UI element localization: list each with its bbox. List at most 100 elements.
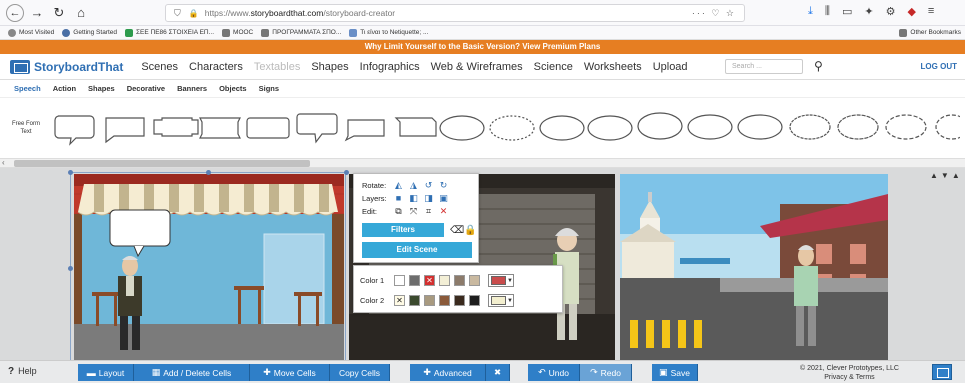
eraser-icon[interactable]: ⌫	[450, 225, 464, 236]
nav-infographics[interactable]: Infographics	[360, 61, 420, 73]
move-cells-button[interactable]: ✚ Move Cells	[250, 364, 330, 381]
free-form-text-label[interactable]: Free Form Text	[10, 120, 42, 136]
tab-banners[interactable]: Banners	[177, 84, 207, 93]
tab-objects[interactable]: Objects	[219, 84, 247, 93]
promo-banner[interactable]: Why Limit Yourself to the Basic Version?…	[0, 40, 965, 54]
search-icon[interactable]: ⚲	[814, 59, 823, 73]
save-button[interactable]: ▣ Save	[652, 364, 698, 381]
layout-button[interactable]: ▬ Layout	[78, 364, 134, 381]
bookmark-most-visited[interactable]: Most Visited	[8, 28, 54, 37]
crop-icon[interactable]: ⌗	[424, 207, 433, 216]
storyboard-cell-3[interactable]	[620, 174, 888, 360]
flip-horizontal-icon[interactable]: ◮	[409, 181, 418, 190]
color-swatch[interactable]	[439, 275, 450, 286]
bookmark-programmata[interactable]: ΠΡΟΓΡΑΜΜΑΤΑ ΣΠΟ...	[261, 28, 341, 37]
nav-web-wireframes[interactable]: Web & Wireframes	[431, 61, 523, 73]
nav-shapes[interactable]: Shapes	[311, 61, 348, 73]
bookmark-mooc[interactable]: MOOC	[222, 28, 253, 37]
reload-icon[interactable]: ↻	[50, 4, 68, 22]
tab-speech[interactable]: Speech	[14, 84, 41, 93]
back-icon[interactable]: ←	[6, 3, 24, 22]
bring-forward-icon[interactable]: ◧	[409, 194, 418, 203]
copy-icon[interactable]: ⧉	[394, 207, 403, 216]
privacy-terms-link[interactable]: Privacy & Terms	[800, 373, 899, 382]
bookmark-other[interactable]: Other Bookmarks	[899, 28, 961, 37]
color-swatch[interactable]	[394, 275, 405, 286]
nav-scenes[interactable]: Scenes	[141, 61, 178, 73]
color-swatch[interactable]	[454, 295, 465, 306]
edit-label: Edit:	[362, 207, 378, 216]
lock-icon[interactable]: 🔒	[464, 225, 476, 236]
fullscreen-icon[interactable]	[932, 364, 952, 380]
tab-decorative[interactable]: Decorative	[127, 84, 165, 93]
color-swatch-selected[interactable]: ✕	[424, 275, 435, 286]
addon-icon[interactable]: ◆	[907, 5, 915, 18]
rotate-left-icon[interactable]: ↺	[424, 181, 433, 190]
canvas-scroll-arrows[interactable]: ▲▼▲	[930, 171, 963, 180]
bring-to-front-icon[interactable]: ■	[394, 194, 403, 203]
filters-button[interactable]: Filters	[362, 223, 444, 237]
color-swatch[interactable]	[409, 295, 420, 306]
nav-textables[interactable]: Textables	[254, 61, 300, 73]
color-swatch[interactable]	[439, 295, 450, 306]
search-input[interactable]: Search ...	[725, 59, 803, 74]
storyboardthat-logo[interactable]: StoryboardThat	[10, 59, 123, 74]
resize-icon[interactable]: ⤧	[409, 207, 418, 216]
redo-button[interactable]: ↷ Redo	[580, 364, 632, 381]
nav-science[interactable]: Science	[534, 61, 573, 73]
nav-characters[interactable]: Characters	[189, 61, 243, 73]
advanced-button[interactable]: ✚ Advanced	[410, 364, 486, 381]
bookmark-netiquette[interactable]: Τι είναι το Netiquette; ...	[349, 28, 428, 37]
bookmark-see[interactable]: ΣΕΕ ΠΕ86 ΣΤΟΙΧΕΙΑ ΕΠ...	[125, 28, 214, 37]
resize-handle[interactable]	[344, 170, 349, 175]
download-icon[interactable]: ⤓	[808, 5, 813, 18]
forward-icon[interactable]: →	[28, 4, 46, 22]
color-2-picker[interactable]: ▼	[488, 294, 514, 307]
resize-handle[interactable]	[206, 170, 211, 175]
speech-bubble-4	[199, 117, 241, 139]
color-swatch-selected[interactable]: ✕	[394, 295, 405, 306]
settings-icon[interactable]: ⚙	[886, 5, 896, 18]
storyboard-cell-1[interactable]	[74, 174, 344, 360]
color-swatch[interactable]	[454, 275, 465, 286]
page-actions[interactable]: ··· ♡ ☆	[692, 8, 736, 19]
nav-worksheets[interactable]: Worksheets	[584, 61, 642, 73]
menu-icon[interactable]: ≡	[928, 5, 934, 18]
tab-signs[interactable]: Signs	[259, 84, 279, 93]
library-icon[interactable]: ⫼	[825, 5, 830, 18]
tab-action[interactable]: Action	[53, 84, 76, 93]
color-swatch[interactable]	[409, 275, 420, 286]
help-button[interactable]: ? Help	[8, 366, 37, 377]
home-icon[interactable]: ⌂	[72, 4, 90, 22]
add-delete-cells-button[interactable]: ▦ Add / Delete Cells	[134, 364, 250, 381]
resize-handle[interactable]	[68, 170, 73, 175]
bookmark-getting-started[interactable]: Getting Started	[62, 28, 117, 37]
bubble-scrollbar[interactable]: ‹	[0, 158, 965, 168]
send-to-back-icon[interactable]: ▣	[439, 194, 448, 203]
speech-bubble-11	[539, 115, 585, 141]
extension-icon[interactable]: ✦	[864, 5, 873, 18]
undo-button[interactable]: ↶ Undo	[528, 364, 580, 381]
send-backward-icon[interactable]: ◨	[424, 194, 433, 203]
resize-handle[interactable]	[68, 266, 73, 271]
flip-vertical-icon[interactable]: ◭	[394, 181, 403, 190]
scroll-thumb[interactable]	[14, 160, 310, 167]
sidebar-icon[interactable]: ▭	[842, 5, 852, 18]
color-swatch[interactable]	[469, 295, 480, 306]
speech-bubble-1	[54, 115, 95, 146]
delete-icon[interactable]: ✕	[439, 207, 448, 216]
color-swatch[interactable]	[469, 275, 480, 286]
scroll-left-icon[interactable]: ‹	[2, 158, 5, 167]
copy-cells-button[interactable]: Copy Cells	[330, 364, 390, 381]
chevron-down-icon: ▼	[507, 297, 513, 304]
tab-shapes[interactable]: Shapes	[88, 84, 115, 93]
storyboard-canvas[interactable]: ▲▼▲	[0, 168, 965, 362]
edit-scene-button[interactable]: Edit Scene	[362, 242, 472, 258]
address-bar[interactable]: ⛉ 🔒 https://www.storyboardthat.com/story…	[165, 4, 745, 22]
logout-link[interactable]: LOG OUT	[921, 62, 957, 71]
tools-button[interactable]: ✖	[486, 364, 510, 381]
color-1-picker[interactable]: ▼	[488, 274, 514, 287]
nav-upload[interactable]: Upload	[653, 61, 688, 73]
rotate-right-icon[interactable]: ↻	[439, 181, 448, 190]
color-swatch[interactable]	[424, 295, 435, 306]
